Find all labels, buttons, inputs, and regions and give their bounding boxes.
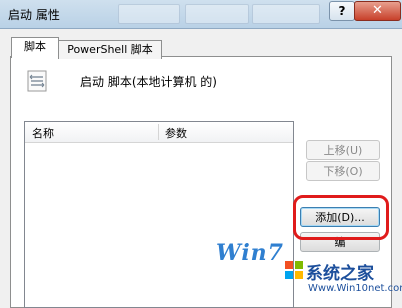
column-header-name[interactable]: 名称 (32, 125, 54, 141)
background-taskbar-item (185, 4, 249, 24)
close-button[interactable]: ✕ (354, 1, 401, 21)
column-header-parameters[interactable]: 参数 (165, 125, 187, 141)
column-divider[interactable] (158, 124, 159, 140)
watermark-site-name: 系统之家 (306, 264, 374, 284)
window-title: 启动 属性 (8, 8, 60, 22)
highlight-annotation (293, 195, 389, 240)
script-icon (27, 70, 47, 92)
title-bar[interactable]: 启动 属性 ? ✕ (0, 0, 402, 29)
list-header: 名称 参数 (25, 122, 293, 143)
windows-flag-icon (285, 261, 303, 279)
move-up-button[interactable]: 上移(U) (306, 140, 380, 160)
move-down-button[interactable]: 下移(O) (306, 161, 380, 181)
background-taskbar-item (252, 4, 320, 24)
background-taskbar-item (118, 4, 180, 24)
help-button[interactable]: ? (329, 1, 355, 21)
scripts-list[interactable]: 名称 参数 (24, 121, 294, 308)
watermark-logo: Win7 (216, 240, 284, 266)
scripts-heading: 启动 脚本(本地计算机 的) (80, 75, 217, 89)
watermark-url: Www.Win10net.com (308, 283, 402, 294)
tab-scripts[interactable]: 脚本 (11, 37, 59, 58)
tab-powershell-scripts[interactable]: PowerShell 脚本 (58, 40, 162, 59)
